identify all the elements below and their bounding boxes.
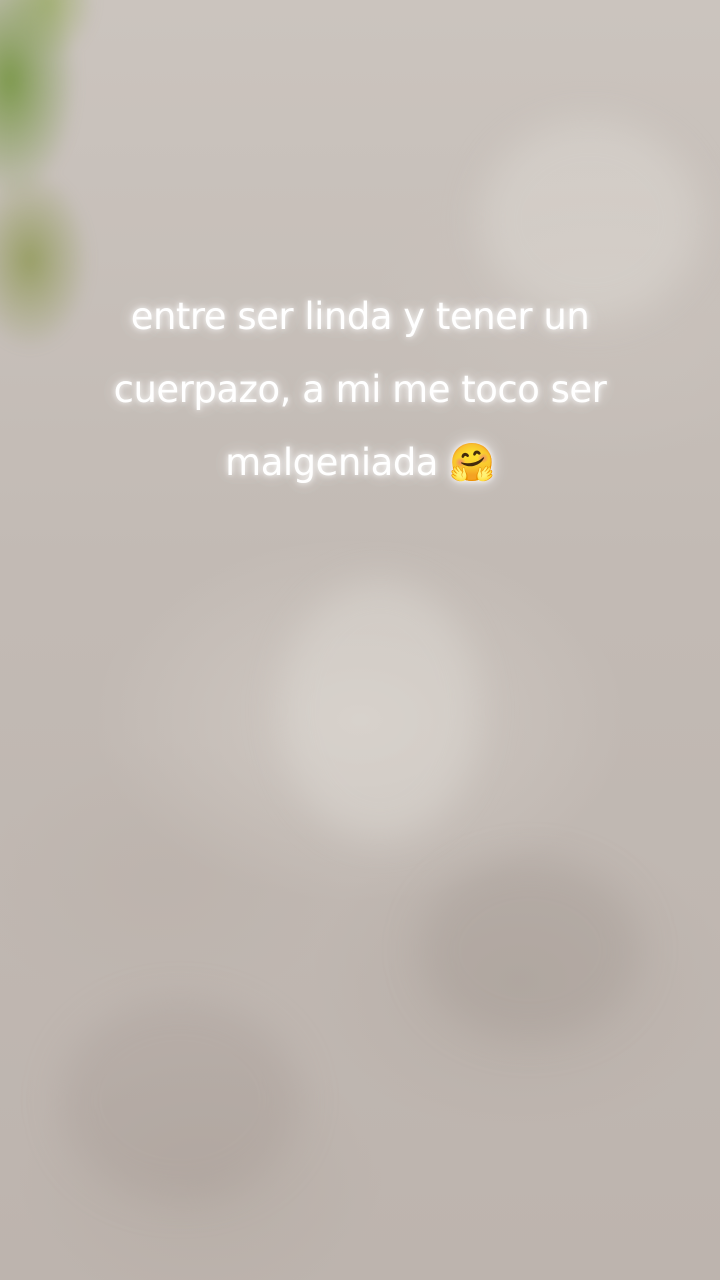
caption-line-3: malgeniada 🤗 [225, 441, 495, 484]
caption-line-1: entre ser linda y tener un [130, 295, 590, 338]
caption-line-2: cuerpazo, a mi me toco ser [113, 368, 607, 411]
video-caption: entre ser linda y tener un cuerpazo, a m… [60, 280, 660, 499]
video-frame[interactable]: entre ser linda y tener un cuerpazo, a m… [0, 0, 720, 1280]
dust-cloud [60, 1000, 300, 1200]
dust-cloud [420, 860, 640, 1040]
dust-cloud [280, 580, 480, 840]
